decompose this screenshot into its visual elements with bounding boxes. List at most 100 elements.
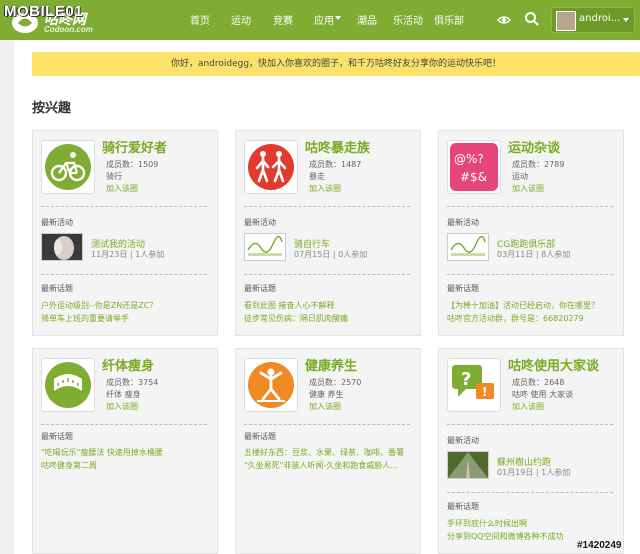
latest-topics-label: 最新话题 bbox=[244, 284, 276, 293]
nav-item-trends[interactable]: 潮品 bbox=[357, 12, 377, 27]
group-name[interactable]: 咕咚使用大家谈 bbox=[508, 355, 599, 374]
latest-topics-label: 最新话题 bbox=[244, 432, 276, 441]
member-count: 成员数：1509 bbox=[106, 160, 159, 169]
topic-link[interactable]: 咕咚健身第二周 bbox=[41, 460, 97, 471]
topic-link[interactable]: 骑单车上班的重要请举手 bbox=[41, 313, 129, 324]
symbols-chat-icon[interactable]: @%? #$& bbox=[447, 140, 501, 194]
topic-link[interactable]: 看到此图 摧奋人心不解释 bbox=[244, 300, 335, 311]
activity-meta: 03月11日 | 8人参加 bbox=[497, 250, 571, 259]
group-name[interactable]: 咕咚暴走族 bbox=[305, 137, 370, 156]
group-tags: 骑行 bbox=[106, 172, 122, 181]
brand-domain: Codoon.com bbox=[44, 25, 93, 34]
topic-link[interactable]: "久坐易死"非骇人听闻-久坐和跑食威胁人... bbox=[244, 460, 398, 471]
divider bbox=[244, 206, 410, 207]
group-name[interactable]: 纤体瘦身 bbox=[102, 355, 154, 374]
avatar bbox=[556, 11, 576, 31]
latest-topics-label: 最新话题 bbox=[447, 502, 479, 511]
activity-meta: 01月19日 | 1人参加 bbox=[497, 468, 571, 477]
activity-meta: 11月23日 | 1人参加 bbox=[91, 250, 165, 259]
topic-link[interactable]: 徒步常见伤病：隔日肌肉酸痛 bbox=[244, 313, 348, 324]
join-group-link[interactable]: 加入该圈 bbox=[106, 183, 138, 194]
apps-dropdown-icon[interactable] bbox=[335, 16, 341, 20]
activity-thumbnail[interactable] bbox=[244, 233, 286, 261]
topic-link[interactable]: 五楼好东西：豆浆、水果、绿茶、咖啡、番薯 bbox=[244, 447, 404, 458]
nav-item-home[interactable]: 首页 bbox=[190, 12, 210, 27]
divider bbox=[41, 424, 207, 425]
topic-link[interactable]: 分享到QQ空间和微博各种不成功 bbox=[447, 531, 564, 542]
topic-link[interactable]: 【为棒十加油】活动已经启动，你在哪里？ bbox=[447, 300, 599, 311]
divider bbox=[447, 274, 613, 275]
nav-item-events[interactable]: 乐活动 bbox=[393, 12, 423, 27]
nav-item-apps[interactable]: 应用 bbox=[314, 12, 334, 27]
group-tags: 咕咚 使用 大家谈 bbox=[512, 390, 574, 399]
group-tags: 健康 养生 bbox=[309, 390, 344, 399]
latest-topics-label: 最新话题 bbox=[41, 432, 73, 441]
latest-topics-label: 最新话题 bbox=[447, 284, 479, 293]
nav-item-race[interactable]: 竞赛 bbox=[273, 12, 293, 27]
main-content: 你好，androidegg，快加入你喜欢的圈子，和千万咕咚好友分享你的运动快乐吧… bbox=[14, 40, 640, 554]
topic-link[interactable]: 咕咚官方活动群，群号是：66820279 bbox=[447, 313, 584, 324]
group-card: ? ! 咕咚使用大家谈 成员数：2648 咕咚 使用 大家谈 加入该圈 最新活动… bbox=[438, 348, 624, 554]
latest-activity-label: 最新活动 bbox=[447, 218, 479, 227]
join-group-link[interactable]: 加入该圈 bbox=[309, 401, 341, 412]
group-name[interactable]: 健康养生 bbox=[305, 355, 357, 374]
group-tags: 暴走 bbox=[309, 172, 325, 181]
member-count: 成员数：2570 bbox=[309, 378, 362, 387]
divider bbox=[244, 274, 410, 275]
member-count: 成员数：3754 bbox=[106, 378, 159, 387]
nav-item-sport[interactable]: 运动 bbox=[231, 12, 251, 27]
user-name: androi... bbox=[579, 13, 621, 24]
group-card: 纤体瘦身 成员数：3754 纤体 瘦身 加入该圈 最新话题 "吃喝玩乐"瘦腰法 … bbox=[32, 348, 218, 554]
latest-activity-label: 最新活动 bbox=[244, 218, 276, 227]
join-group-link[interactable]: 加入该圈 bbox=[512, 401, 544, 412]
divider bbox=[41, 274, 207, 275]
join-group-link[interactable]: 加入该圈 bbox=[106, 401, 138, 412]
group-name[interactable]: 骑行爱好者 bbox=[102, 137, 167, 156]
group-card: @%? #$& 运动杂谈 成员数：2789 运动 加入该圈 最新活动 CG跑跑俱… bbox=[438, 130, 624, 336]
topic-link[interactable]: 手环到底什么时候出啊 bbox=[447, 518, 527, 529]
section-title: 按兴趣 bbox=[32, 101, 72, 116]
svg-text:#$&: #$& bbox=[460, 170, 487, 184]
divider bbox=[447, 492, 613, 493]
member-count: 成员数：2789 bbox=[512, 160, 565, 169]
group-card: 健康养生 成员数：2570 健康 养生 加入该圈 最新话题 五楼好东西：豆浆、水… bbox=[235, 348, 421, 554]
group-tags: 纤体 瘦身 bbox=[106, 390, 141, 399]
divider bbox=[244, 424, 410, 425]
cycling-icon[interactable] bbox=[41, 140, 95, 194]
activity-meta: 07月15日 | 0人参加 bbox=[294, 250, 368, 259]
latest-activity-label: 最新活动 bbox=[447, 436, 479, 445]
topic-link[interactable]: "吃喝玩乐"瘦腰法 快速甩掉水桶腰 bbox=[41, 447, 163, 458]
group-card: 骑行爱好者 成员数：1509 骑行 加入该圈 最新活动 测试我的活动 11月23… bbox=[32, 130, 218, 336]
member-count: 成员数：2648 bbox=[512, 378, 565, 387]
chevron-down-icon bbox=[623, 18, 629, 22]
join-group-link[interactable]: 加入该圈 bbox=[512, 183, 544, 194]
group-tags: 运动 bbox=[512, 172, 528, 181]
top-navigation-bar: 咕咚网 Codoon.com MOBILE01 首页 运动 竞赛 应用 潮品 乐… bbox=[0, 0, 640, 40]
svg-text:@%?: @%? bbox=[454, 152, 484, 166]
image-id-stamp: #1420249 bbox=[577, 540, 622, 551]
svg-text:?: ? bbox=[461, 369, 471, 390]
question-chat-icon[interactable]: ? ! bbox=[447, 358, 501, 412]
topic-link[interactable]: 户外运动级别--你是ZN还是ZC？ bbox=[41, 300, 157, 311]
eye-icon[interactable] bbox=[497, 12, 511, 31]
watermark: MOBILE01 bbox=[4, 3, 84, 20]
exercise-icon[interactable] bbox=[244, 358, 298, 412]
join-group-link[interactable]: 加入该圈 bbox=[309, 183, 341, 194]
welcome-notice: 你好，androidegg，快加入你喜欢的圈子，和千万咕咚好友分享你的运动快乐吧… bbox=[32, 52, 640, 76]
nav-item-clubs[interactable]: 俱乐部 bbox=[434, 12, 464, 27]
svg-text:!: ! bbox=[482, 385, 487, 399]
latest-activity-label: 最新活动 bbox=[41, 218, 73, 227]
group-name[interactable]: 运动杂谈 bbox=[508, 137, 560, 156]
divider bbox=[447, 206, 613, 207]
latest-topics-label: 最新话题 bbox=[41, 284, 73, 293]
activity-thumbnail[interactable] bbox=[447, 233, 489, 261]
group-card: 咕咚暴走族 成员数：1487 暴走 加入该圈 最新活动 骑自行车 07月15日 … bbox=[235, 130, 421, 336]
search-icon[interactable] bbox=[524, 11, 540, 31]
activity-thumbnail[interactable] bbox=[41, 233, 83, 261]
hiking-icon[interactable] bbox=[244, 140, 298, 194]
measuring-tape-icon[interactable] bbox=[41, 358, 95, 412]
user-menu[interactable]: androi... bbox=[551, 7, 635, 33]
activity-thumbnail[interactable] bbox=[447, 451, 489, 479]
divider bbox=[447, 424, 613, 425]
member-count: 成员数：1487 bbox=[309, 160, 362, 169]
